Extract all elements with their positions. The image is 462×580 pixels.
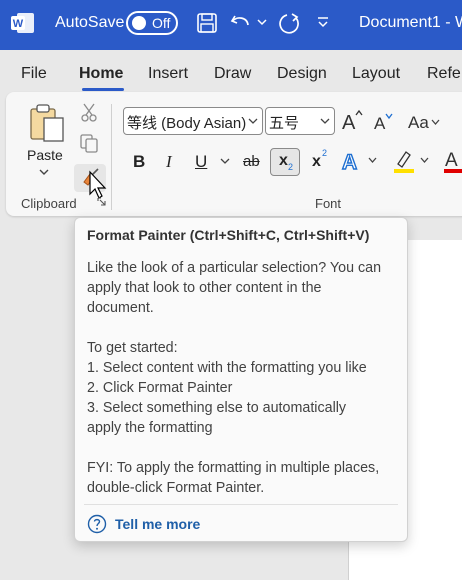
tooltip-title: Format Painter (Ctrl+Shift+C, Ctrl+Shift… [87,227,370,243]
toggle-knob [132,16,146,30]
tell-me-more-link[interactable]: Tell me more [115,516,200,532]
copy-icon[interactable] [79,133,99,153]
chevron-down-icon [320,118,330,124]
tooltip-text-line: 1. Select content with the formatting yo… [87,360,367,376]
paste-dropdown-icon[interactable] [38,168,50,176]
document-title: Document1 - W [359,14,462,31]
bold-button[interactable]: B [133,152,145,172]
paste-button-label[interactable]: Paste [27,147,63,163]
underline-button[interactable]: U [195,152,207,172]
tab-file[interactable]: File [21,65,47,83]
superscript-button[interactable]: x 2 [312,148,334,173]
tooltip-text-line: apply that look to other content in the [87,280,322,296]
ribbon-tabs: File Home Insert Draw Design Layout Refe [0,50,462,92]
font-size-value: 五号 [269,115,300,132]
font-name-value: 等线 (Body Asian) [127,115,247,132]
svg-text:A: A [374,114,386,131]
autosave-label: AutoSave [55,14,125,31]
subscript-label: x [279,152,288,169]
tab-references[interactable]: Refe [427,65,461,83]
tooltip-text-line: double-click Format Painter. [87,480,265,496]
superscript-label: x [312,153,321,170]
svg-text:Aa: Aa [408,113,429,132]
help-icon[interactable] [87,514,107,534]
undo-dropdown-icon[interactable] [257,18,267,26]
tab-layout[interactable]: Layout [352,65,400,83]
tooltip-text-line: 2. Click Format Painter [87,380,233,396]
redo-icon[interactable] [276,12,302,36]
tooltip-divider [84,504,398,505]
change-case-icon[interactable]: Aa [407,112,443,132]
word-logo-icon: W [11,13,34,33]
svg-text:A: A [342,151,357,174]
tooltip-text-line: apply the formatting [87,420,213,436]
font-size-dropdown[interactable]: 五号 [265,107,335,135]
active-tab-indicator [82,88,124,91]
customize-toolbar-icon[interactable] [316,16,330,30]
underline-dropdown-icon[interactable] [220,157,230,165]
autosave-toggle[interactable]: Off [126,11,178,35]
text-effects-icon[interactable]: A [340,148,380,174]
highlight-icon[interactable] [392,148,432,174]
cut-icon[interactable] [80,102,98,122]
chevron-down-icon [248,118,258,124]
tooltip-text-line: 3. Select something else to automaticall… [87,400,347,416]
save-icon[interactable] [196,12,218,34]
tab-insert[interactable]: Insert [148,65,188,83]
font-color-icon[interactable]: A [443,148,462,174]
dialog-launcher-icon[interactable] [97,197,107,207]
strikethrough-button[interactable]: ab [243,153,260,170]
svg-text:A: A [342,112,356,131]
undo-icon[interactable] [229,12,253,34]
tab-home[interactable]: Home [79,65,123,83]
svg-text:A: A [445,150,458,171]
format-painter-tooltip: Format Painter (Ctrl+Shift+C, Ctrl+Shift… [74,217,408,542]
title-bar: W AutoSave Off Document1 - W [0,0,462,50]
svg-text:W: W [13,18,24,30]
italic-button[interactable]: I [166,152,172,172]
tooltip-text-line: FYI: To apply the formatting in multiple… [87,460,380,476]
subscript-button[interactable]: x 2 [270,148,300,176]
tab-draw[interactable]: Draw [214,65,251,83]
font-group-label: Font [315,196,342,211]
tab-design[interactable]: Design [277,65,327,83]
tooltip-text-line: To get started: [87,340,178,356]
tooltip-text-line: Like the look of a particular selection?… [87,260,382,276]
clipboard-group-label: Clipboard [21,196,77,211]
tooltip-text-line: document. [87,300,154,316]
shrink-font-icon[interactable]: A [373,111,397,131]
font-name-dropdown[interactable]: 等线 (Body Asian) [123,107,263,135]
tooltip-body: Like the look of a particular selection?… [87,258,405,498]
paste-icon[interactable] [29,103,65,143]
grow-font-icon[interactable]: A [341,109,365,131]
group-divider [111,104,112,210]
autosave-state: Off [152,15,171,31]
